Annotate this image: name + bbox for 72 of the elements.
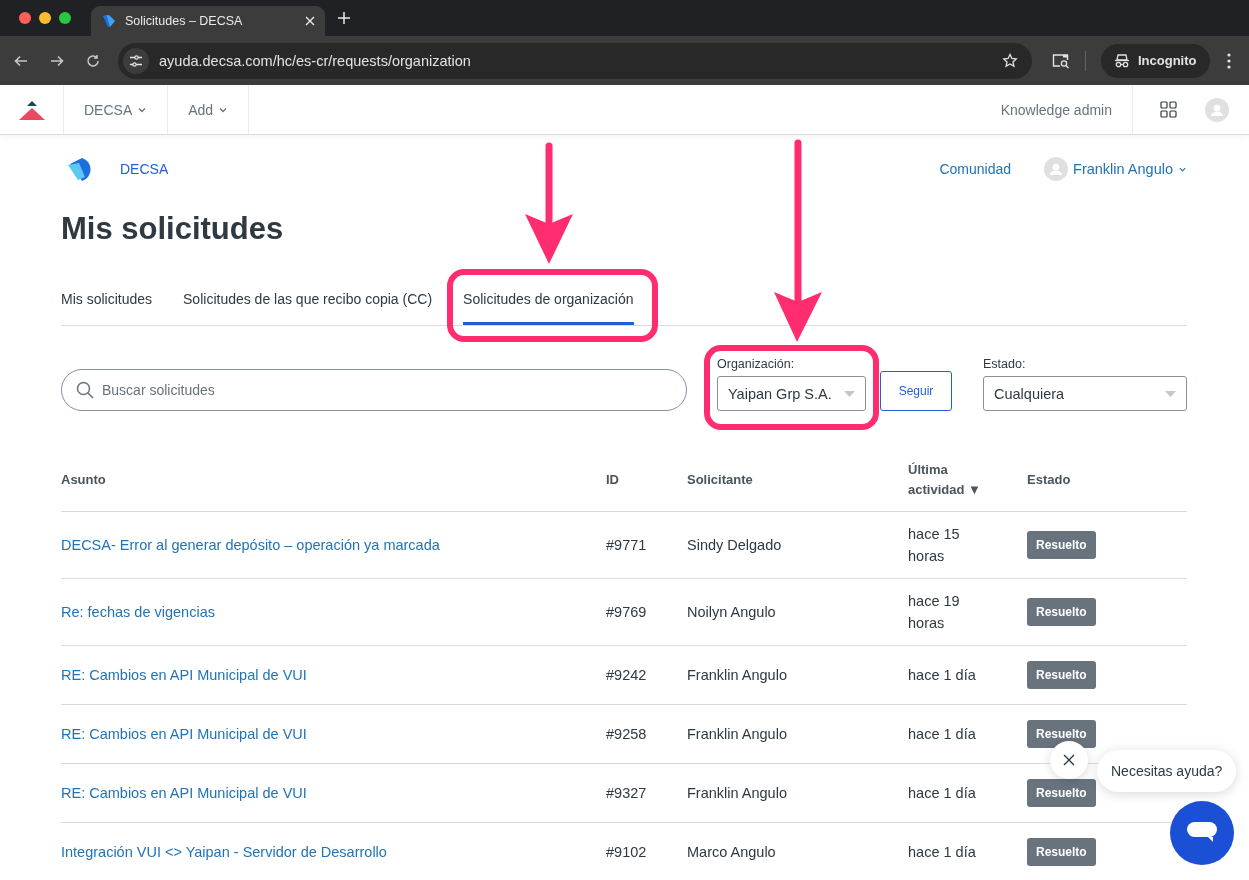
- table-cell: #9771: [606, 511, 687, 578]
- incognito-button[interactable]: Incognito: [1101, 43, 1210, 78]
- dropdown-arrow-icon: [844, 390, 855, 397]
- field-label: Organización:: [717, 357, 796, 371]
- column-header: Estado: [1027, 449, 1187, 511]
- search-field[interactable]: Buscar solicitudes: [61, 369, 687, 411]
- tab-search-icon[interactable]: [1052, 52, 1070, 69]
- table-cell: #9327: [606, 763, 687, 822]
- table-cell: Marco Angulo: [687, 822, 908, 880]
- dropdown-field[interactable]: Yaipan Grp S.A.: [717, 376, 866, 411]
- request-link[interactable]: RE: Cambios en API Municipal de VUI: [61, 666, 307, 683]
- admin-link[interactable]: Knowledge admin: [1000, 85, 1133, 134]
- table-cell: Franklin Angulo: [687, 645, 908, 704]
- table-cell: Sindy Delgado: [687, 511, 908, 578]
- column-header: Solicitante: [687, 449, 908, 511]
- close-icon[interactable]: [305, 16, 315, 26]
- status-badge: Resuelto: [1027, 837, 1096, 866]
- incognito-icon: [1114, 53, 1130, 68]
- request-tab[interactable]: Solicitudes de organización: [463, 271, 634, 325]
- follow-button[interactable]: Seguir: [880, 371, 952, 411]
- request-link[interactable]: Integración VUI <> Yaipan - Servidor de Desarrollo: [61, 843, 387, 860]
- column-header: Asunto: [61, 449, 606, 511]
- request-link[interactable]: DECSA- Error al generar depósito – operación ya marcada: [61, 536, 440, 553]
- product-logo-icon[interactable]: [18, 98, 45, 121]
- back-icon[interactable]: [14, 53, 28, 68]
- chat-prompt[interactable]: Necesitas ayuda?: [1097, 750, 1237, 792]
- new-tab-icon[interactable]: [338, 12, 350, 24]
- brand-link[interactable]: DECSA: [120, 161, 169, 177]
- window-control-icon[interactable]: [39, 12, 51, 24]
- more-menu-icon[interactable]: [1226, 52, 1231, 69]
- tab-title: Solicitudes – DECSA: [125, 14, 244, 28]
- table-cell: Franklin Angulo: [687, 704, 908, 763]
- window-control-icon[interactable]: [59, 12, 71, 24]
- forward-icon[interactable]: [50, 53, 64, 68]
- table-cell: #9769: [606, 578, 687, 645]
- table-cell: #9242: [606, 645, 687, 704]
- request-tab[interactable]: Solicitudes de las que recibo copia (CC): [183, 271, 433, 325]
- favicon-icon: [101, 13, 117, 29]
- url-text: ayuda.decsa.com/hc/es-cr/requests/organization: [159, 52, 472, 69]
- column-header[interactable]: Última actividad ▼: [908, 449, 1027, 511]
- table-cell: Noilyn Angulo: [687, 578, 908, 645]
- status-badge: Resuelto: [1027, 778, 1096, 807]
- table-cell: #9102: [606, 822, 687, 880]
- header-link[interactable]: Comunidad: [939, 161, 1012, 177]
- column-header: ID: [606, 449, 687, 511]
- dropdown-arrow-icon: [1165, 390, 1176, 397]
- dropdown-field[interactable]: Cualquiera: [983, 376, 1187, 411]
- address-bar[interactable]: ayuda.decsa.com/hc/es-cr/requests/organization: [118, 42, 1032, 79]
- page-title: Mis solicitudes: [61, 211, 285, 248]
- status-badge: Resuelto: [1027, 597, 1096, 626]
- nav-menu[interactable]: DECSA: [64, 85, 169, 134]
- product-switcher-icon[interactable]: [1160, 101, 1177, 118]
- close-icon: [1063, 754, 1075, 766]
- request-link[interactable]: RE: Cambios en API Municipal de VUI: [61, 784, 307, 801]
- request-tab[interactable]: Mis solicitudes: [61, 271, 153, 325]
- avatar-icon: [1044, 157, 1069, 181]
- status-badge: Resuelto: [1027, 660, 1096, 689]
- search-icon: [76, 381, 94, 399]
- window-control-icon[interactable]: [19, 12, 31, 24]
- table-cell: Franklin Angulo: [687, 763, 908, 822]
- bookmark-star-icon[interactable]: [1002, 52, 1018, 69]
- field-label: Estado:: [983, 357, 1027, 371]
- request-link[interactable]: RE: Cambios en API Municipal de VUI: [61, 725, 307, 742]
- browser-tab[interactable]: Solicitudes – DECSA: [91, 6, 325, 36]
- nav-menu[interactable]: Add: [168, 85, 250, 134]
- close-button[interactable]: [1050, 741, 1088, 779]
- status-badge: Resuelto: [1027, 530, 1096, 559]
- user-menu[interactable]: Franklin Angulo: [1044, 157, 1187, 181]
- reload-icon[interactable]: [86, 53, 100, 68]
- table-cell: #9258: [606, 704, 687, 763]
- request-link[interactable]: Re: fechas de vigencias: [61, 603, 215, 620]
- site-settings-icon[interactable]: [123, 47, 149, 74]
